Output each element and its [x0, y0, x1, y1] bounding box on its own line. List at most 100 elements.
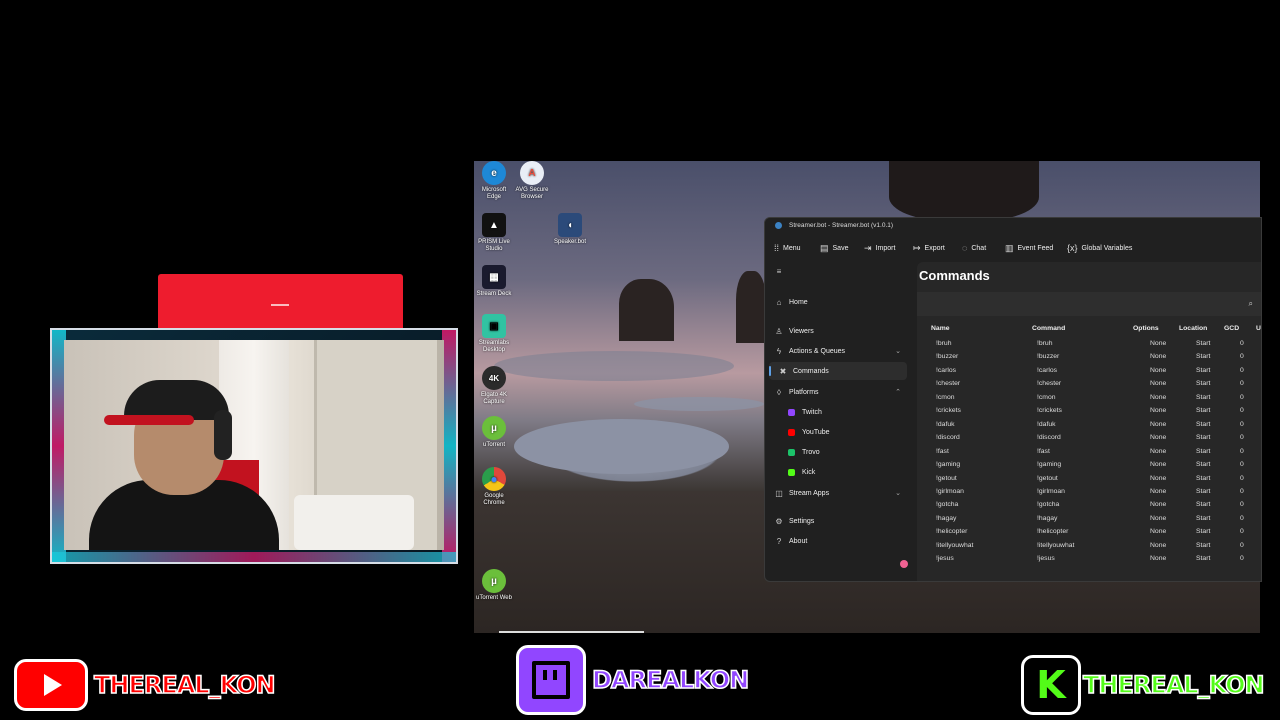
- twitch-social: DAREALKON: [516, 645, 750, 715]
- streamdeck-icon: ▦: [482, 265, 506, 289]
- sidebar-item-platforms[interactable]: ◊ Platforms ⌃: [765, 383, 911, 401]
- column-header-ucd[interactable]: U: [1256, 325, 1261, 332]
- cell-location: Start: [1196, 474, 1211, 482]
- sidebar-item-trovo[interactable]: Trovo: [765, 443, 911, 461]
- hamburger-button[interactable]: ≡: [765, 262, 911, 280]
- column-header-gcd[interactable]: GCD: [1224, 325, 1239, 332]
- table-row[interactable]: !gotcha !gotcha None Start 0: [917, 499, 1261, 513]
- table-row[interactable]: !crickets !crickets None Start 0: [917, 405, 1261, 419]
- cell-options: None: [1150, 555, 1167, 563]
- commands-icon: ✖: [779, 366, 787, 376]
- edge-icon: e: [482, 161, 506, 185]
- settings-notification-badge: [900, 560, 908, 568]
- sidebar-item-label: YouTube: [802, 428, 830, 436]
- icon-label: PRISM Live Studio: [478, 239, 510, 252]
- table-row[interactable]: !fast !fast None Start 0: [917, 446, 1261, 460]
- sidebar-item-about[interactable]: ? About: [765, 532, 911, 550]
- save-button[interactable]: ▤ Save: [820, 243, 848, 254]
- column-header-location[interactable]: Location: [1179, 325, 1207, 332]
- cell-name: !itellyouwhat: [936, 541, 974, 549]
- search-bar[interactable]: ⌕: [917, 292, 1261, 316]
- cell-location: Start: [1196, 420, 1211, 428]
- sidebar-item-settings[interactable]: ⚙ Settings: [765, 512, 911, 530]
- sidebar-item-twitch[interactable]: Twitch: [765, 403, 911, 421]
- desktop-icon-avg[interactable]: A AVG Secure Browser: [512, 161, 552, 201]
- cell-command: !helicopter: [1037, 528, 1069, 536]
- window-titlebar[interactable]: Streamer.bot - Streamer.bot (v1.0.1): [765, 218, 1261, 234]
- search-icon[interactable]: ⌕: [1249, 299, 1253, 309]
- frame-glow-bottom: [52, 552, 456, 562]
- menu-button[interactable]: ⁞⁞ Menu: [774, 243, 801, 253]
- cell-gcd: 0: [1240, 407, 1244, 415]
- desktop-icon-elgato[interactable]: 4K Elgato 4K Capture: [474, 366, 514, 406]
- sidebar-item-youtube[interactable]: YouTube: [765, 423, 911, 441]
- desktop-icon-edge[interactable]: e Microsoft Edge: [474, 161, 514, 201]
- cell-name: !helicopter: [936, 528, 968, 536]
- desktop-icon-utorrent[interactable]: µ uTorrent: [474, 416, 514, 449]
- chat-button[interactable]: ◌ Chat: [962, 243, 986, 253]
- global-variables-button[interactable]: {x} Global Variables: [1067, 243, 1132, 253]
- kick-handle: THEREAL_KON: [1082, 670, 1265, 700]
- table-row[interactable]: !hagay !hagay None Start 0: [917, 513, 1261, 527]
- chat-label: Chat: [971, 244, 987, 252]
- table-row[interactable]: !getout !getout None Start 0: [917, 473, 1261, 487]
- table-row[interactable]: !dafuk !dafuk None Start 0: [917, 419, 1261, 433]
- sidebar-item-label: Twitch: [802, 408, 822, 416]
- desktop-icon-streamlabs[interactable]: ▣ Streamlabs Desktop: [474, 314, 514, 354]
- youtube-logo-icon: [14, 659, 88, 711]
- sidebar-item-home[interactable]: ⌂ Home: [765, 293, 911, 311]
- table-row[interactable]: !girlmoan !girlmoan None Start 0: [917, 486, 1261, 500]
- desktop-icon-utorrent-web[interactable]: µ uTorrent Web: [474, 569, 514, 602]
- desktop-icon-speakerbot[interactable]: ◖ Speaker.bot: [550, 213, 590, 246]
- cell-location: Start: [1196, 501, 1211, 509]
- chat-icon: ◌: [962, 243, 968, 253]
- table-row[interactable]: !helicopter !helicopter None Start 0: [917, 526, 1261, 540]
- column-header-options[interactable]: Options: [1133, 325, 1159, 332]
- sidebar-item-stream-apps[interactable]: ◫ Stream Apps ⌄: [765, 484, 911, 502]
- desktop-icon-chrome[interactable]: ● Google Chrome: [474, 467, 514, 507]
- table-row[interactable]: !gaming !gaming None Start 0: [917, 459, 1261, 473]
- column-header-command[interactable]: Command: [1032, 325, 1065, 332]
- table-row[interactable]: !bruh !bruh None Start 0: [917, 338, 1261, 352]
- sidebar-item-kick[interactable]: Kick: [765, 463, 911, 481]
- icon-label: uTorrent Web: [476, 595, 512, 601]
- tab-notch: [271, 304, 289, 306]
- import-button[interactable]: ⇥ Import: [864, 243, 895, 254]
- kick-icon: [788, 468, 795, 476]
- sidebar-item-viewers[interactable]: ♙ Viewers: [765, 322, 911, 340]
- cell-gcd: 0: [1240, 420, 1244, 428]
- info-icon: ?: [776, 536, 782, 546]
- table-row[interactable]: !discord !discord None Start 0: [917, 432, 1261, 446]
- export-label: Export: [924, 245, 945, 252]
- cell-location: Start: [1196, 340, 1211, 347]
- cell-name: !dafuk: [936, 420, 955, 428]
- cell-gcd: 0: [1240, 340, 1244, 347]
- chevron-up-icon: ⌃: [895, 389, 901, 396]
- chevron-down-icon: ⌄: [895, 348, 901, 355]
- column-header-name[interactable]: Name: [931, 325, 950, 332]
- desktop-icon-streamdeck[interactable]: ▦ Stream Deck: [474, 265, 514, 298]
- table-row[interactable]: !carlos !carlos None Start 0: [917, 365, 1261, 379]
- utorrent-web-icon: µ: [482, 569, 506, 593]
- sidebar-item-actions[interactable]: ϟ Actions & Queues ⌄: [765, 342, 911, 360]
- elgato-icon: 4K: [482, 366, 506, 390]
- sidebar-item-label: Viewers: [789, 327, 814, 335]
- sidebar-item-commands[interactable]: ✖ Commands: [769, 362, 907, 380]
- cell-name: !discord: [936, 434, 960, 442]
- table-row[interactable]: !jesus !jesus None Start 0: [917, 553, 1261, 567]
- desktop-icon-prism[interactable]: ▲ PRISM Live Studio: [474, 213, 514, 253]
- cell-command: !gaming: [1037, 461, 1062, 469]
- utorrent-icon: µ: [482, 416, 506, 440]
- table-row[interactable]: !buzzer !buzzer None Start 0: [917, 351, 1261, 365]
- cell-name: !crickets: [936, 407, 961, 415]
- sea-stack-top: [889, 161, 1039, 221]
- table-row[interactable]: !chester !chester None Start 0: [917, 378, 1261, 392]
- event-feed-button[interactable]: ▥ Event Feed: [1005, 243, 1053, 254]
- cell-name: !chester: [936, 380, 961, 388]
- table-row[interactable]: !cmon !cmon None Start 0: [917, 392, 1261, 406]
- cell-command: !cmon: [1037, 393, 1056, 401]
- export-button[interactable]: ↦ Export: [913, 243, 945, 254]
- tide-pool: [514, 419, 729, 474]
- table-row[interactable]: !itellyouwhat !itellyouwhat None Start 0: [917, 540, 1261, 554]
- cell-location: Start: [1196, 366, 1211, 374]
